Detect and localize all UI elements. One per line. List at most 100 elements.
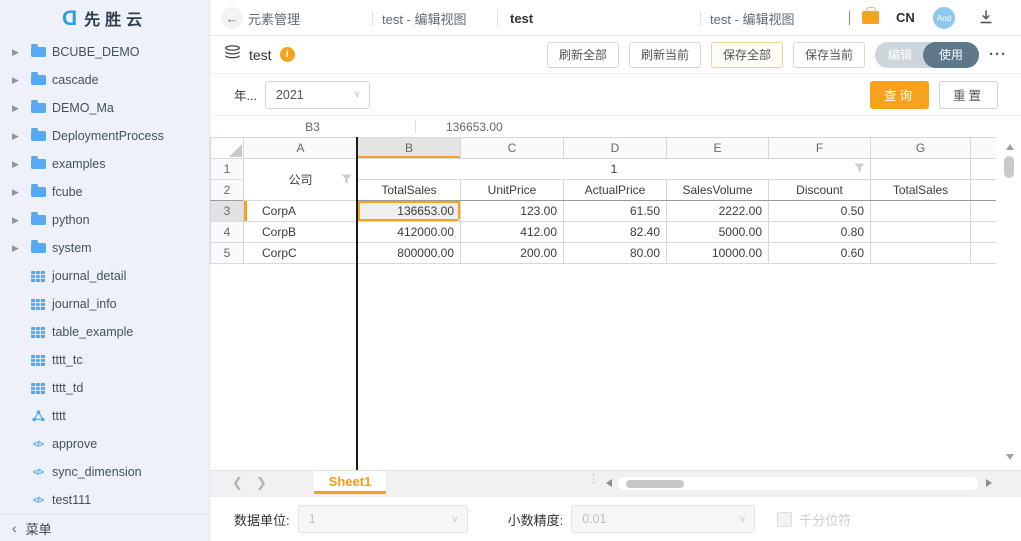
filter-funnel-icon[interactable] bbox=[854, 162, 865, 176]
scroll-left-icon[interactable] bbox=[606, 479, 612, 487]
grid-cell-c3[interactable]: 123.00 bbox=[461, 201, 564, 222]
col-header-f[interactable]: F bbox=[769, 138, 871, 159]
field-header-salesvolume[interactable]: SalesVolume bbox=[667, 180, 769, 201]
query-button[interactable]: 查询 bbox=[870, 81, 929, 109]
grid-cell-e3[interactable]: 2222.00 bbox=[667, 201, 769, 222]
sidebar-item-demo-ma[interactable]: ▶DEMO_Ma bbox=[0, 94, 209, 122]
more-options-button[interactable]: ··· bbox=[989, 46, 1007, 63]
grid-cell-g3[interactable] bbox=[871, 201, 971, 222]
toggle-use-option[interactable]: 使用 bbox=[923, 42, 979, 68]
tab-element-management[interactable]: 元素管理 bbox=[248, 0, 300, 36]
vertical-scroll-thumb[interactable] bbox=[1004, 156, 1014, 178]
caret-right-icon[interactable]: ▶ bbox=[12, 215, 22, 226]
field-header-actualprice[interactable]: ActualPrice bbox=[564, 180, 667, 201]
sheet-prev-icon[interactable]: ❮ bbox=[232, 475, 243, 491]
sidebar-item-journal-info[interactable]: journal_info bbox=[0, 290, 209, 318]
scroll-down-icon[interactable] bbox=[1006, 454, 1014, 460]
sidebar-item-tttt[interactable]: tttt bbox=[0, 402, 209, 430]
row-header-3-active[interactable]: 3 bbox=[211, 201, 244, 222]
precision-select[interactable]: 0.01 ∨ bbox=[571, 505, 755, 533]
year-select[interactable]: 2021 ∨ bbox=[265, 81, 370, 109]
grid-cell-a3[interactable]: CorpA bbox=[244, 201, 358, 222]
sidebar-item-bcube-demo[interactable]: ▶BCUBE_DEMO bbox=[0, 38, 209, 66]
caret-right-icon[interactable]: ▶ bbox=[12, 131, 22, 142]
row-header-1[interactable]: 1 bbox=[211, 159, 244, 180]
sidebar-item-deploymentprocess[interactable]: ▶DeploymentProcess bbox=[0, 122, 209, 150]
col-header-e[interactable]: E bbox=[667, 138, 769, 159]
avatar[interactable]: And bbox=[933, 7, 955, 29]
save-current-button[interactable]: 保存当前 bbox=[793, 42, 865, 68]
caret-right-icon[interactable]: ▶ bbox=[12, 243, 22, 254]
group-header-cell[interactable]: 1 bbox=[358, 159, 871, 180]
field-header-unitprice[interactable]: UnitPrice bbox=[461, 180, 564, 201]
caret-right-icon[interactable]: ▶ bbox=[12, 103, 22, 114]
scroll-right-icon[interactable] bbox=[986, 479, 992, 487]
sidebar-item-tttt-tc[interactable]: tttt_tc bbox=[0, 346, 209, 374]
company-column-header-cell[interactable]: 公司 bbox=[244, 159, 358, 201]
grid-cell-b5[interactable]: 800000.00 bbox=[358, 243, 461, 264]
grid-cell-d3[interactable]: 61.50 bbox=[564, 201, 667, 222]
sheet-next-icon[interactable]: ❯ bbox=[256, 475, 267, 491]
horizontal-scrollbar[interactable] bbox=[618, 477, 978, 490]
edit-use-toggle[interactable]: 编辑 使用 bbox=[875, 42, 979, 68]
caret-right-icon[interactable]: ▶ bbox=[12, 47, 22, 58]
grid-cell-d5[interactable]: 80.00 bbox=[564, 243, 667, 264]
refresh-all-button[interactable]: 刷新全部 bbox=[547, 42, 619, 68]
caret-right-icon[interactable]: ▶ bbox=[12, 187, 22, 198]
col-header-a[interactable]: A bbox=[244, 138, 358, 159]
vertical-scrollbar[interactable] bbox=[1003, 140, 1016, 464]
caret-right-icon[interactable]: ▶ bbox=[12, 159, 22, 170]
grid-cell-d4[interactable]: 82.40 bbox=[564, 222, 667, 243]
col-header-g[interactable]: G bbox=[871, 138, 971, 159]
horizontal-scroll-thumb[interactable] bbox=[626, 480, 684, 488]
row-header-4[interactable]: 4 bbox=[211, 222, 244, 243]
filter-funnel-icon[interactable] bbox=[341, 173, 352, 187]
sidebar-item-cascade[interactable]: ▶cascade bbox=[0, 66, 209, 94]
grid-cell-e4[interactable]: 5000.00 bbox=[667, 222, 769, 243]
col-header-b-active[interactable]: B bbox=[358, 138, 461, 159]
sidebar-item-fcube[interactable]: ▶fcube bbox=[0, 178, 209, 206]
sidebar-item-tttt-td[interactable]: tttt_td bbox=[0, 374, 209, 402]
grid-cell-g5[interactable] bbox=[871, 243, 971, 264]
caret-right-icon[interactable]: ▶ bbox=[12, 75, 22, 86]
save-all-button[interactable]: 保存全部 bbox=[711, 42, 783, 68]
sidebar-item-table-example[interactable]: table_example bbox=[0, 318, 209, 346]
sidebar-item-examples[interactable]: ▶examples bbox=[0, 150, 209, 178]
grid-cell-f3[interactable]: 0.50 bbox=[769, 201, 871, 222]
grid-cell-c5[interactable]: 200.00 bbox=[461, 243, 564, 264]
download-icon[interactable] bbox=[978, 9, 994, 30]
toggle-edit-option[interactable]: 编辑 bbox=[875, 42, 925, 68]
sidebar-item-python[interactable]: ▶python bbox=[0, 206, 209, 234]
info-icon[interactable]: i bbox=[280, 47, 295, 62]
freeze-pane-divider[interactable] bbox=[356, 137, 358, 470]
sidebar-item-approve[interactable]: </>approve bbox=[0, 430, 209, 458]
tab-test-active[interactable]: test bbox=[510, 0, 533, 36]
fill-handle[interactable] bbox=[458, 219, 461, 222]
grid-cell-e5[interactable]: 10000.00 bbox=[667, 243, 769, 264]
col-header-c[interactable]: C bbox=[461, 138, 564, 159]
grid-cell[interactable] bbox=[871, 159, 971, 180]
row-header-5[interactable]: 5 bbox=[211, 243, 244, 264]
tab-test-edit-view-2[interactable]: test - 编辑视图 bbox=[710, 0, 795, 36]
reset-button[interactable]: 重置 bbox=[939, 81, 998, 109]
select-all-corner[interactable] bbox=[211, 138, 244, 159]
formula-input[interactable]: 136653.00 bbox=[446, 120, 503, 134]
grid-cell-b3-selected[interactable]: 136653.00 bbox=[358, 201, 461, 222]
field-header-discount[interactable]: Discount bbox=[769, 180, 871, 201]
language-switch[interactable]: CN bbox=[896, 10, 915, 25]
grid-cell-c4[interactable]: 412.00 bbox=[461, 222, 564, 243]
scroll-up-icon[interactable] bbox=[1006, 144, 1014, 150]
data-unit-select[interactable]: 1 ∨ bbox=[298, 505, 468, 533]
grid-cell-a5[interactable]: CorpC bbox=[244, 243, 358, 264]
tab-sheet1[interactable]: Sheet1 bbox=[314, 471, 386, 494]
sidebar-item-system[interactable]: ▶system bbox=[0, 234, 209, 262]
collapse-menu-button[interactable]: ‹ 菜单 bbox=[0, 514, 209, 541]
splitter-dots-icon[interactable]: ⋮ bbox=[588, 475, 599, 483]
field-header-totalsales[interactable]: TotalSales bbox=[358, 180, 461, 201]
cell-reference-box[interactable]: B3 bbox=[210, 120, 415, 134]
field-header-totalsales-2[interactable]: TotalSales bbox=[871, 180, 971, 201]
back-button[interactable]: ← bbox=[221, 7, 243, 29]
sidebar-item-sync-dimension[interactable]: </>sync_dimension bbox=[0, 458, 209, 486]
grid-cell-a4[interactable]: CorpB bbox=[244, 222, 358, 243]
refresh-current-button[interactable]: 刷新当前 bbox=[629, 42, 701, 68]
